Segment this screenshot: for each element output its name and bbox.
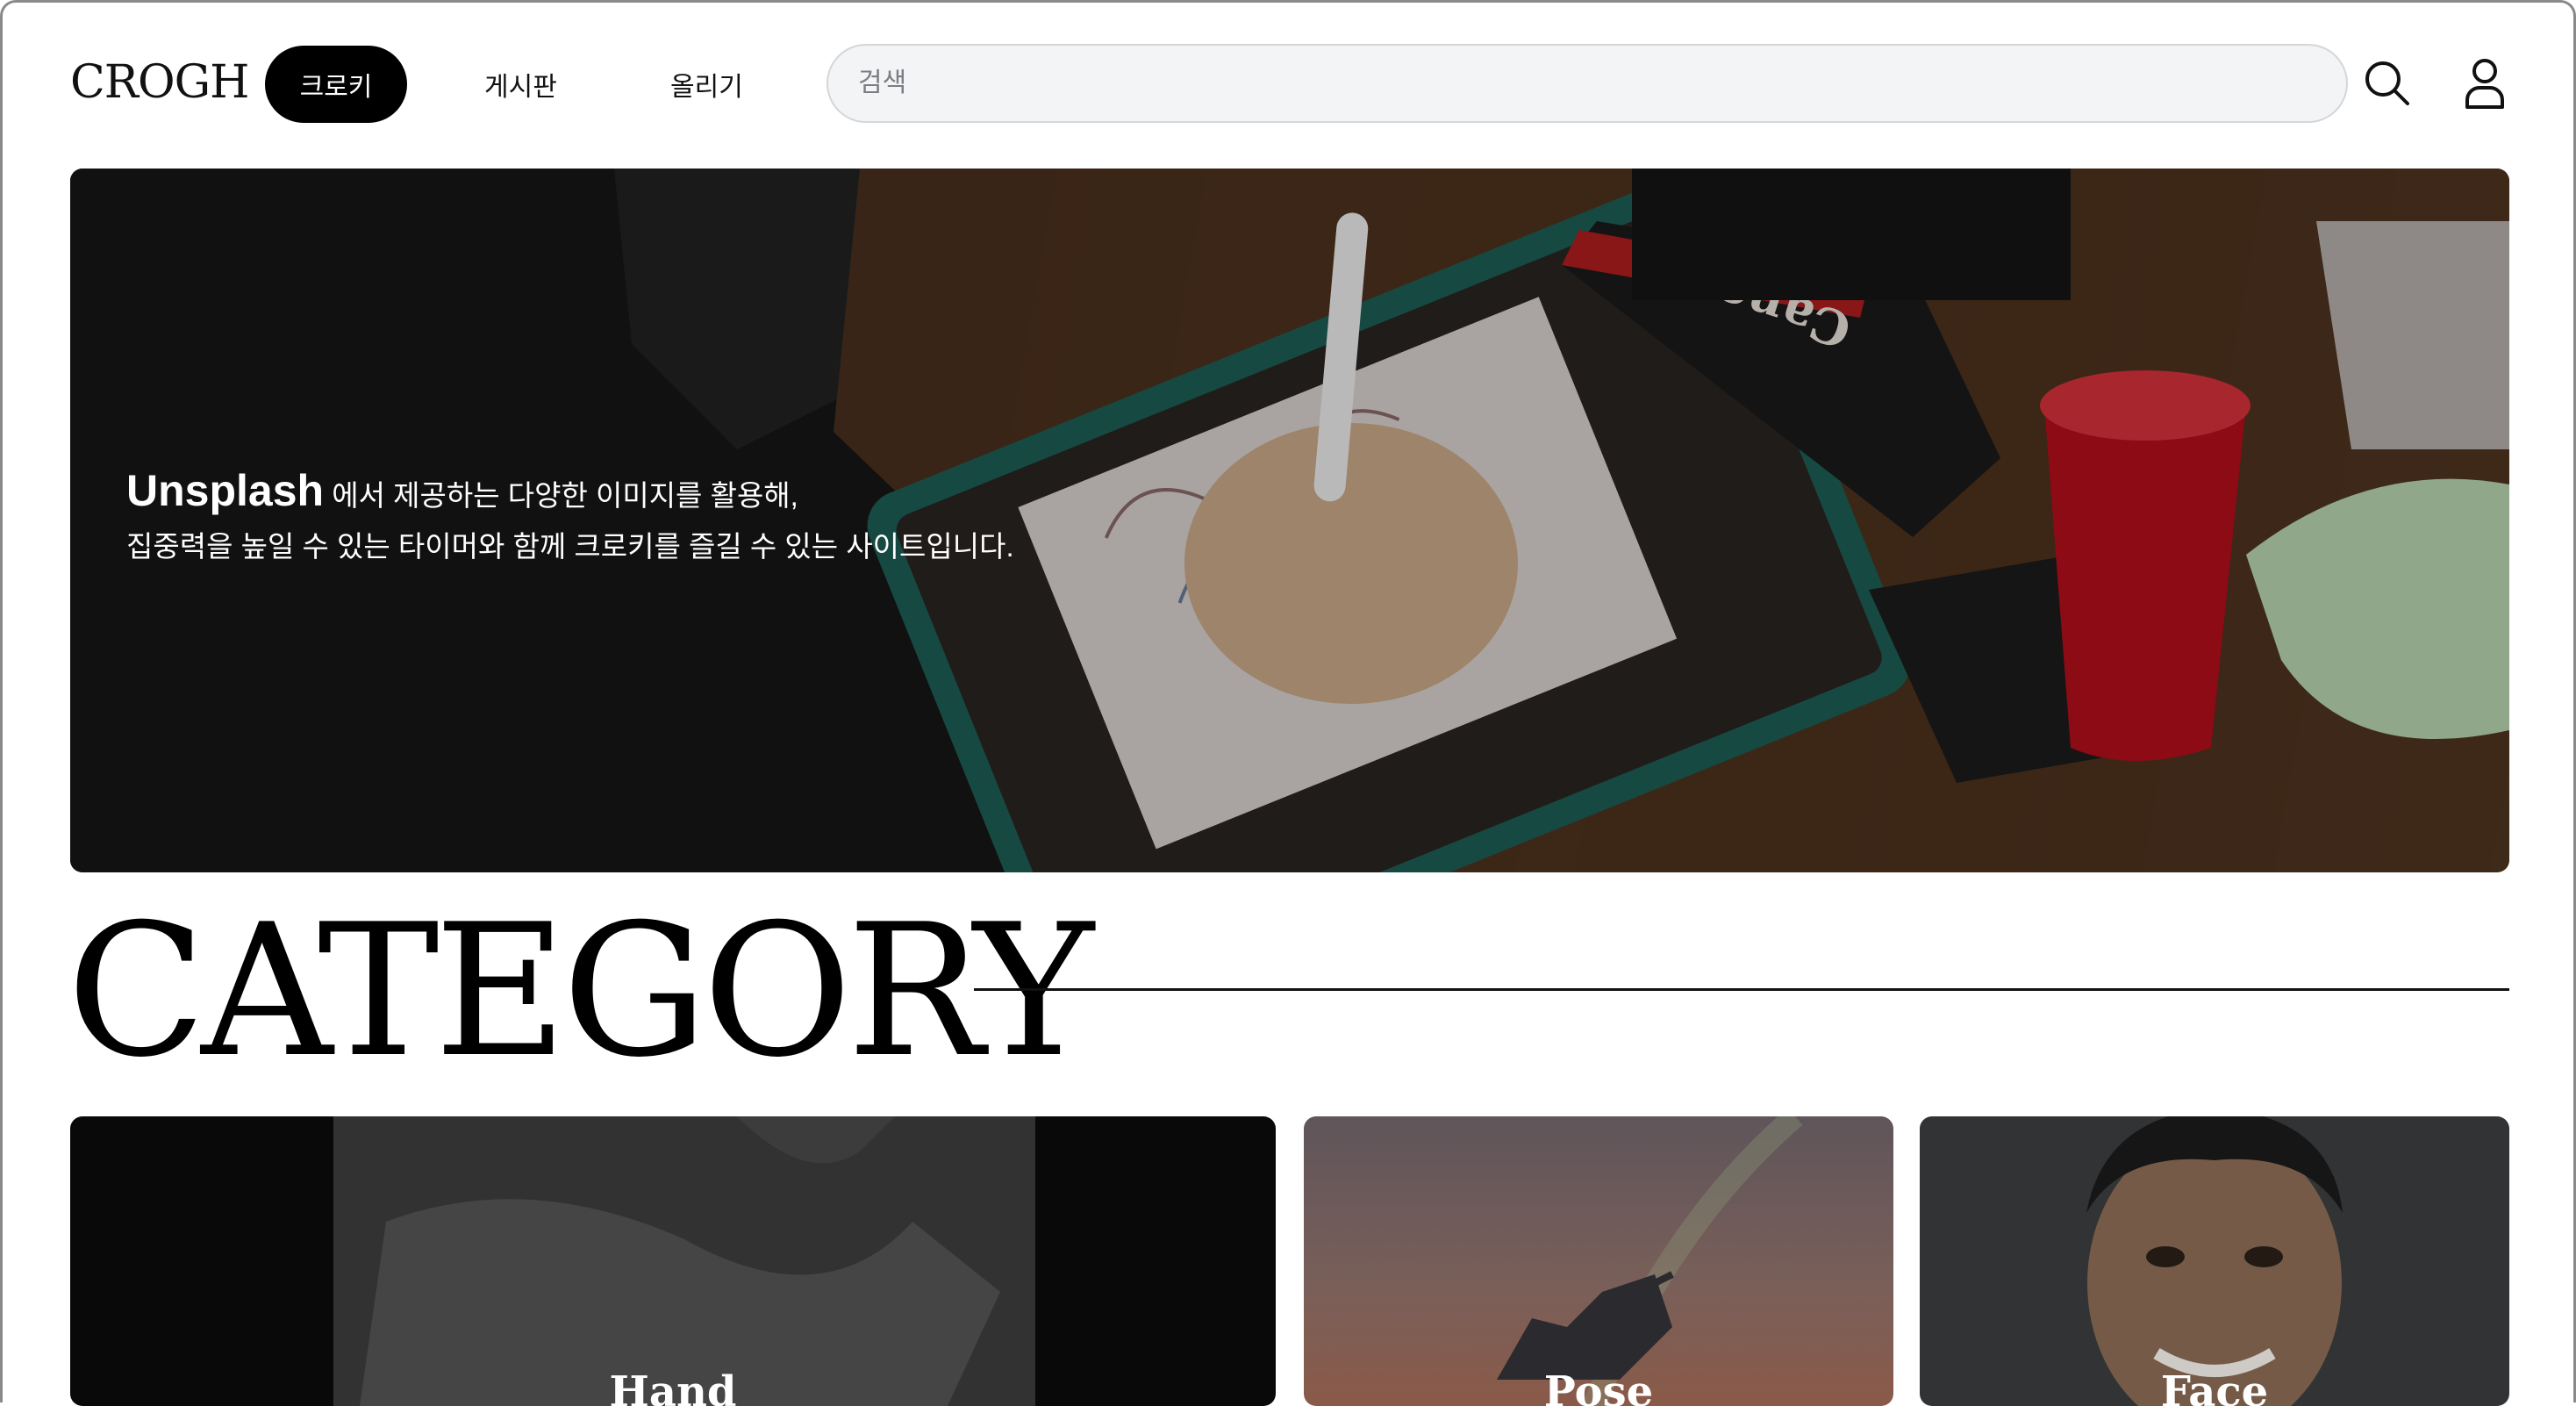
search-icon[interactable] xyxy=(2364,60,2411,111)
user-icon[interactable] xyxy=(2464,58,2506,113)
pose-photo xyxy=(1304,1116,1893,1406)
nav-upload[interactable]: 올리기 xyxy=(670,65,743,104)
category-label-face: Face xyxy=(2160,1367,2269,1406)
hero-banner: Canon Unsplash 에서 제공하는 다양한 이미지를 활용해, 집중력… xyxy=(70,169,2509,872)
category-card-face[interactable]: Face xyxy=(1920,1116,2509,1406)
category-divider xyxy=(974,988,2509,991)
face-photo xyxy=(1920,1116,2509,1406)
logo[interactable]: CROGH xyxy=(70,56,249,109)
hero-line2: 집중력을 높일 수 있는 타이머와 함께 크로키를 즐길 수 있는 사이트입니다… xyxy=(126,530,1014,563)
hero-brand[interactable]: Unsplash xyxy=(126,466,324,515)
category-label-hand: Hand xyxy=(609,1367,737,1406)
hero-text: Unsplash 에서 제공하는 다양한 이미지를 활용해, 집중력을 높일 수… xyxy=(126,465,1014,572)
category-title: CATEGORY xyxy=(67,886,1094,1098)
category-label-pose: Pose xyxy=(1543,1367,1654,1406)
search-input[interactable] xyxy=(826,44,2348,123)
category-card-pose[interactable]: Pose xyxy=(1304,1116,1893,1406)
hero-line1: 에서 제공하는 다양한 이미지를 활용해, xyxy=(324,479,798,512)
category-card-hand[interactable]: Hand xyxy=(70,1116,1276,1406)
hand-photo xyxy=(70,1116,1276,1406)
nav-board[interactable]: 게시판 xyxy=(484,65,557,104)
nav-croquis[interactable]: 크로키 xyxy=(265,46,407,123)
